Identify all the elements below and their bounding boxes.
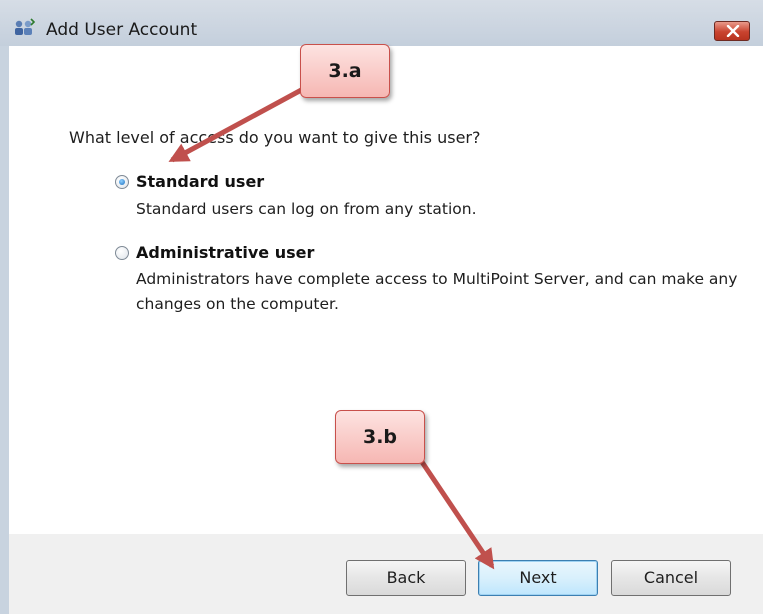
administrative-user-description-line-1: Administrators have complete access to M… [136, 270, 738, 288]
back-button[interactable]: Back [346, 560, 466, 596]
close-button[interactable] [714, 21, 750, 41]
standard-user-description: Standard users can log on from any stati… [136, 200, 477, 218]
next-button[interactable]: Next [478, 560, 598, 596]
title-bar: Add User Account [0, 0, 763, 46]
add-user-account-dialog: Add User Account What level of access do… [0, 0, 763, 614]
administrative-user-label[interactable]: Administrative user [136, 243, 314, 262]
access-level-question: What level of access do you want to give… [69, 128, 481, 147]
window-frame-left [0, 46, 9, 614]
administrative-user-radio[interactable] [115, 246, 129, 260]
standard-user-radio[interactable] [115, 175, 129, 189]
callout-3a: 3.a [300, 44, 390, 98]
callout-3b: 3.b [335, 410, 425, 464]
window-title: Add User Account [46, 20, 198, 40]
standard-user-label[interactable]: Standard user [136, 172, 264, 191]
users-icon [12, 18, 36, 38]
close-icon [726, 25, 740, 37]
cancel-button[interactable]: Cancel [611, 560, 731, 596]
administrative-user-description-line-2: changes on the computer. [136, 295, 339, 313]
